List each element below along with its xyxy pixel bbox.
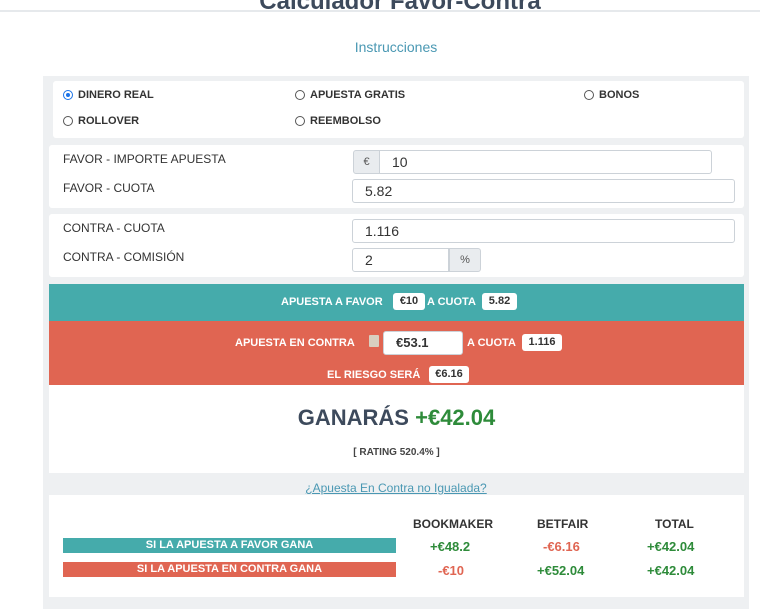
rating-text: [ RATING 520.4% ] bbox=[353, 447, 440, 458]
contra-comision-label: CONTRA - COMISIÓN bbox=[63, 250, 185, 264]
unmatched-bet-link[interactable]: ¿Apuesta En Contra no Igualada? bbox=[0, 481, 760, 495]
radio-rollover[interactable]: ROLLOVER bbox=[63, 115, 139, 127]
contra-odds-badge: 1.116 bbox=[522, 334, 562, 351]
favor-wins-total: +€42.04 bbox=[647, 539, 695, 554]
radio-label: BONOS bbox=[599, 89, 640, 101]
contra-cuota-input[interactable]: 1.116 bbox=[352, 219, 735, 243]
bet-type-options: DINERO REAL APUESTA GRATIS BONOS ROLLOVE… bbox=[53, 81, 744, 138]
radio-reembolso[interactable]: REEMBOLSO bbox=[295, 115, 381, 127]
column-header-total: TOTAL bbox=[655, 517, 694, 531]
row-label-contra-wins: SI LA APUESTA EN CONTRA GANA bbox=[63, 562, 396, 577]
radio-apuesta-gratis[interactable]: APUESTA GRATIS bbox=[295, 89, 405, 101]
percent-addon: % bbox=[449, 248, 481, 272]
radio-label: APUESTA GRATIS bbox=[310, 89, 406, 101]
favor-cuota-label: FAVOR - CUOTA bbox=[63, 181, 155, 195]
currency-addon: € bbox=[353, 150, 380, 174]
favor-importe-label: FAVOR - IMPORTE APUESTA bbox=[63, 152, 226, 166]
contra-cuota-label: CONTRA - CUOTA bbox=[63, 221, 165, 235]
radio-dinero-real[interactable]: DINERO REAL bbox=[63, 89, 154, 101]
risk-label: EL RIESGO SERÁ bbox=[327, 369, 421, 381]
contra-wins-bookmaker: -€10 bbox=[438, 563, 465, 578]
radio-unselected-icon bbox=[63, 116, 73, 126]
instructions-link[interactable]: Instrucciones bbox=[0, 39, 760, 55]
contra-comision-input[interactable]: 2 bbox=[352, 248, 449, 272]
column-header-betfair: BETFAIR bbox=[537, 517, 589, 531]
profit-amount: +€42.04 bbox=[415, 405, 496, 430]
result-card: GANARÁS +€42.04 [ RATING 520.4% ] bbox=[49, 385, 744, 473]
row-label-favor-wins: SI LA APUESTA A FAVOR GANA bbox=[63, 538, 396, 553]
contra-stake-input[interactable]: €53.1 bbox=[383, 331, 463, 355]
radio-unselected-icon bbox=[295, 90, 305, 100]
contra-wins-betfair: +€52.04 bbox=[537, 563, 585, 578]
radio-unselected-icon bbox=[584, 90, 594, 100]
contra-summary-band: APUESTA EN CONTRA €53.1 A CUOTA 1.116 EL… bbox=[49, 321, 744, 385]
page-title: Calculador Favor-Contra bbox=[259, 0, 541, 15]
favor-wins-betfair: -€6.16 bbox=[543, 539, 580, 554]
profit-headline: GANARÁS +€42.04 bbox=[49, 405, 744, 431]
column-header-bookmaker: BOOKMAKER bbox=[413, 517, 493, 531]
radio-label: DINERO REAL bbox=[78, 89, 154, 101]
favor-stake-badge: €10 bbox=[393, 293, 425, 310]
favor-wins-bookmaker: +€48.2 bbox=[430, 539, 471, 554]
favor-importe-input[interactable]: 10 bbox=[379, 150, 712, 174]
favor-odds-label: A CUOTA bbox=[427, 296, 476, 308]
radio-label: ROLLOVER bbox=[78, 115, 140, 127]
radio-label: REEMBOLSO bbox=[310, 115, 381, 127]
favor-summary-band: APUESTA A FAVOR €10 A CUOTA 5.82 bbox=[49, 284, 744, 321]
favor-summary-label: APUESTA A FAVOR bbox=[281, 296, 383, 308]
profit-label: GANARÁS bbox=[297, 405, 409, 430]
favor-odds-badge: 5.82 bbox=[482, 293, 517, 310]
clipboard-icon[interactable] bbox=[369, 335, 379, 347]
risk-badge: €6.16 bbox=[429, 366, 469, 383]
radio-bonos[interactable]: BONOS bbox=[584, 89, 639, 101]
contra-wins-total: +€42.04 bbox=[647, 563, 695, 578]
contra-odds-label: A CUOTA bbox=[467, 337, 516, 349]
favor-cuota-input[interactable]: 5.82 bbox=[352, 179, 735, 203]
contra-summary-label: APUESTA EN CONTRA bbox=[235, 337, 355, 349]
radio-selected-icon bbox=[63, 90, 73, 100]
radio-unselected-icon bbox=[295, 116, 305, 126]
outcome-table: BOOKMAKER BETFAIR TOTAL SI LA APUESTA A … bbox=[49, 495, 744, 597]
